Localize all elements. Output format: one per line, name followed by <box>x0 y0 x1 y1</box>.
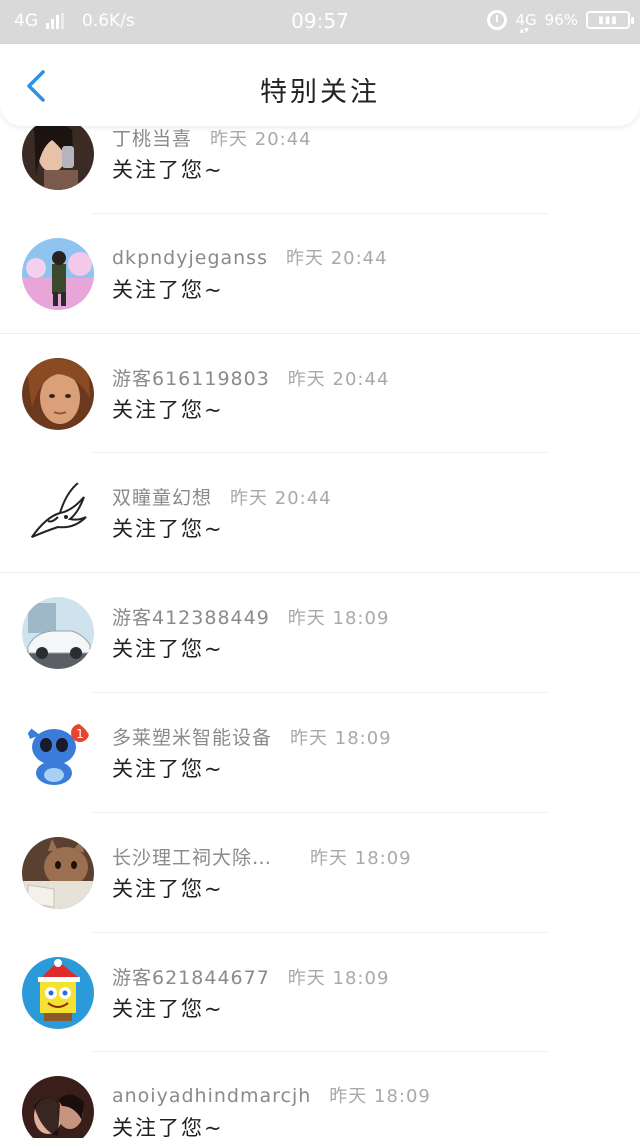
avatar-image <box>22 477 94 550</box>
avatar[interactable] <box>22 597 94 670</box>
action-text: 关注了您~ <box>112 996 224 1021</box>
avatar[interactable] <box>22 1076 94 1138</box>
list-item[interactable]: 1 多莱塑米智能设备 昨天 18:09 关注了您~ <box>0 692 640 813</box>
status-bar: 4G 0.6K/s 09:57 4G 96% ▮▮▮ <box>0 0 640 44</box>
name-line: 多莱塑米智能设备 昨天 18:09 <box>112 723 392 750</box>
battery-percent: 96% <box>544 11 578 29</box>
avatar-image <box>22 836 94 909</box>
name-line: 双瞳童幻想 昨天 20:44 <box>112 483 332 510</box>
avatar[interactable] <box>22 477 94 550</box>
list-item[interactable]: 双瞳童幻想 昨天 20:44 关注了您~ <box>0 453 640 574</box>
avatar[interactable] <box>22 956 94 1029</box>
name-line: 丁桃当喜 昨天 20:44 <box>112 124 312 151</box>
timestamp: 昨天 18:09 <box>287 967 390 989</box>
user-name[interactable]: anoiyadhindmarcjh <box>112 1085 311 1107</box>
list-item[interactable]: 长沙理工祠大除… 昨天 18:09 关注了您~ <box>0 812 640 933</box>
name-line: anoiyadhindmarcjh 昨天 18:09 <box>112 1082 431 1108</box>
list-item[interactable]: anoiyadhindmarcjh 昨天 18:09 关注了您~ <box>0 1052 640 1138</box>
timestamp: 昨天 20:44 <box>230 488 332 510</box>
list-item[interactable]: 游客616119803 昨天 20:44 关注了您~ <box>0 333 640 454</box>
avatar-image: 1 <box>22 716 94 789</box>
timestamp: 昨天 20:44 <box>285 247 388 269</box>
action-text: 关注了您~ <box>112 158 224 182</box>
action-text: 关注了您~ <box>112 876 224 901</box>
timestamp: 昨天 18:09 <box>310 847 412 869</box>
header: 特别关注 <box>0 44 640 126</box>
user-name[interactable]: 长沙理工祠大除… <box>112 843 272 870</box>
avatar[interactable]: 1 <box>22 716 94 789</box>
avatar-image <box>22 118 94 190</box>
page-title: 特别关注 <box>260 77 380 108</box>
avatar-image <box>22 956 94 1029</box>
timestamp: 昨天 18:09 <box>290 727 392 749</box>
name-line: dkpndyjeganss 昨天 20:44 <box>112 244 388 270</box>
action-text: 关注了您~ <box>112 756 224 781</box>
avatar[interactable] <box>22 357 94 430</box>
name-line: 游客616119803 昨天 20:44 <box>112 364 389 391</box>
avatar-image <box>22 237 94 310</box>
user-name[interactable]: 游客621844677 <box>112 963 270 990</box>
action-text: 关注了您~ <box>112 277 224 302</box>
user-name[interactable]: 多莱塑米智能设备 <box>112 723 272 750</box>
action-text: 关注了您~ <box>112 517 224 542</box>
avatar[interactable] <box>22 237 94 310</box>
user-name[interactable]: 游客616119803 <box>112 364 270 391</box>
alarm-icon <box>487 10 508 30</box>
avatar-image <box>22 357 94 430</box>
name-line: 长沙理工祠大除… 昨天 18:09 <box>112 843 412 870</box>
user-name[interactable]: 游客412388449 <box>112 603 270 630</box>
action-text: 关注了您~ <box>112 397 224 422</box>
action-text: 关注了您~ <box>112 1116 224 1138</box>
notification-list: 丁桃当喜 昨天 20:44 关注了您~ dkpndyjeganss 昨天 20:… <box>0 94 640 1138</box>
avatar-image <box>22 1076 94 1138</box>
user-name[interactable]: 双瞳童幻想 <box>112 483 212 510</box>
user-name[interactable]: 丁桃当喜 <box>112 124 192 151</box>
timestamp: 昨天 18:09 <box>329 1086 431 1108</box>
svg-text:1: 1 <box>76 727 84 741</box>
name-line: 游客412388449 昨天 18:09 <box>112 603 389 630</box>
list-item[interactable]: dkpndyjeganss 昨天 20:44 关注了您~ <box>0 213 640 334</box>
timestamp: 昨天 20:44 <box>287 368 390 390</box>
timestamp: 昨天 18:09 <box>287 608 390 630</box>
list-item[interactable]: 游客412388449 昨天 18:09 关注了您~ <box>0 573 640 693</box>
name-line: 游客621844677 昨天 18:09 <box>112 963 389 990</box>
avatar-image <box>22 597 94 670</box>
user-name[interactable]: dkpndyjeganss <box>112 247 268 269</box>
network-type-right: 4G <box>515 11 536 34</box>
action-text: 关注了您~ <box>112 637 224 662</box>
timestamp: 昨天 20:44 <box>210 129 312 150</box>
avatar[interactable] <box>22 118 94 190</box>
battery-icon: ▮▮▮ <box>586 11 634 29</box>
avatar[interactable] <box>22 836 94 909</box>
status-right: 4G 96% ▮▮▮ <box>487 10 634 34</box>
list-item[interactable]: 游客621844677 昨天 18:09 关注了您~ <box>0 932 640 1053</box>
